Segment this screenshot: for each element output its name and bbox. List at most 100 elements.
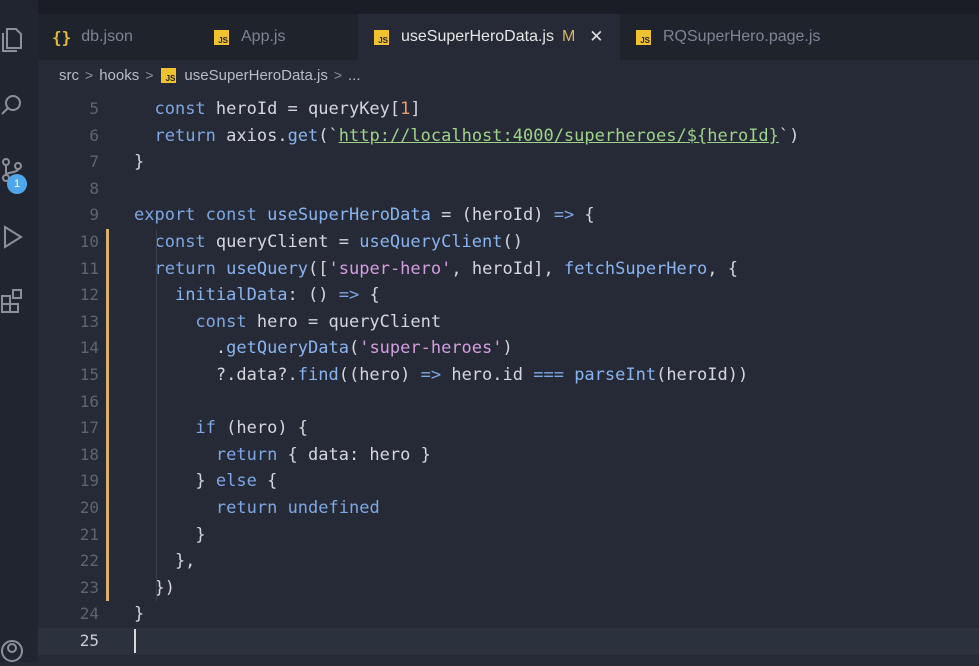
code-token: (hero) { [215, 418, 309, 439]
line-number: 25 [79, 631, 99, 650]
code-line[interactable]: 13 const hero = queryClient [38, 309, 979, 336]
code-token: => [420, 365, 442, 385]
code-token: } [134, 152, 145, 173]
breadcrumb-file[interactable]: useSuperHeroData.js [184, 67, 327, 84]
code-token: , { [707, 258, 738, 279]
breadcrumb-hooks[interactable]: hooks [99, 67, 139, 84]
line-number: 13 [79, 311, 99, 331]
code-line[interactable]: 25 [38, 628, 979, 655]
close-icon[interactable]: ✕ [589, 27, 603, 47]
tab-label: RQSuperHero.page.js [663, 28, 821, 45]
code-line[interactable]: 23 }) [38, 575, 979, 602]
tab-use-super-hero-data[interactable]: JS useSuperHeroData.js M ✕ [358, 14, 620, 60]
code-line[interactable]: 7} [38, 149, 979, 176]
code-token: } [134, 471, 216, 492]
code-line[interactable]: 9 export const useSuperHeroData = (heroId… [38, 202, 979, 229]
code-token: === [533, 365, 564, 385]
code-token: { [359, 285, 380, 306]
code-text: return undefined [134, 495, 380, 522]
line-number: 8 [89, 178, 99, 198]
modified-lines-gutter-marker [106, 229, 109, 602]
code-token: ([ [308, 258, 329, 279]
code-line[interactable]: 21 } [38, 522, 979, 549]
code-line[interactable]: 8 [38, 176, 979, 203]
line-number: 20 [79, 498, 99, 517]
line-number: 18 [79, 444, 99, 464]
line-number: 21 [79, 524, 99, 544]
files-icon[interactable] [0, 25, 24, 55]
code-token: else [215, 471, 257, 492]
code-token: ((hero) [338, 365, 421, 385]
source-control-badge: 1 [7, 174, 27, 194]
run-debug-icon[interactable] [0, 222, 24, 252]
code-line[interactable]: 5 const heroId = queryKey[1] [38, 96, 979, 123]
code-token: const [205, 205, 257, 226]
code-text: initialData: () => { [134, 282, 380, 309]
code-token: => [553, 205, 575, 226]
code-token: } [134, 604, 145, 625]
code-line[interactable]: 10 const queryClient = useQueryClient() [38, 229, 979, 256]
code-line[interactable]: 22 }, [38, 548, 979, 575]
code-token: const [195, 311, 247, 332]
code-token: ?.data?. [134, 365, 298, 385]
chevron-right-icon: > [333, 67, 343, 83]
code-token: heroId = queryKey[ [205, 99, 401, 119]
code-line[interactable]: 14 .getQueryData('super-heroes') [38, 335, 979, 362]
code-token: find [297, 365, 339, 385]
tab-rq-super-hero-page[interactable]: JS RQSuperHero.page.js [636, 14, 876, 60]
code-line[interactable]: 17 if (hero) { [38, 415, 979, 442]
code-line[interactable]: 15 ?.data?.find((hero) => hero.id === pa… [38, 362, 979, 389]
code-line[interactable]: 19 } else { [38, 468, 979, 495]
code-line[interactable]: 12 initialData: () => { [38, 282, 979, 309]
code-token: }) [134, 577, 175, 598]
code-token: } [768, 125, 779, 146]
chevron-right-icon: > [145, 67, 154, 83]
code-text: return useQuery(['super-hero', heroId], … [134, 256, 738, 283]
tab-db-json[interactable]: {} db.json [52, 14, 227, 60]
modified-indicator: M [561, 28, 576, 45]
code-line[interactable]: 11 return useQuery(['super-hero', heroId… [38, 256, 979, 283]
line-number: 16 [79, 391, 99, 411]
js-file-icon: JS [636, 29, 651, 45]
json-file-icon: {} [52, 27, 72, 47]
tab-label: App.js [241, 28, 286, 45]
line-number: 7 [89, 152, 99, 172]
breadcrumb-src[interactable]: src [59, 67, 79, 84]
code-line[interactable]: 16 [38, 389, 979, 416]
code-text: export const useSuperHeroData = (heroId)… [134, 202, 595, 229]
code-text: }, [134, 548, 195, 575]
line-number: 14 [79, 338, 99, 358]
tab-app-js[interactable]: JS App.js [214, 14, 354, 60]
title-strip [38, 0, 979, 14]
code-token: heroId [707, 125, 769, 146]
extensions-icon[interactable] [0, 286, 24, 316]
code-line[interactable]: 6 return axios.get(`http://localhost:400… [38, 123, 979, 150]
code-editor[interactable]: 5 const heroId = queryKey[1] 6 return axi… [38, 90, 979, 662]
code-token: return [154, 258, 216, 279]
code-text: const heroId = queryKey[1] [134, 96, 421, 123]
code-text: .getQueryData('super-heroes') [134, 335, 513, 362]
breadcrumb: src > hooks > JS useSuperHeroData.js > .… [38, 60, 979, 90]
breadcrumb-symbol[interactable]: ... [348, 67, 361, 84]
code-token: : () [287, 285, 339, 306]
code-token: ( [348, 338, 360, 359]
line-number: 22 [79, 551, 99, 571]
code-line[interactable]: 18 return { data: hero } [38, 442, 979, 469]
code-token: ] [410, 99, 421, 119]
code-line[interactable]: 20 return undefined [38, 495, 979, 522]
tab-label: db.json [81, 28, 133, 45]
code-token: (heroId)) [656, 365, 749, 385]
search-icon[interactable] [0, 90, 24, 120]
code-token: getQueryData [226, 338, 349, 359]
code-token: return [215, 498, 278, 518]
code-line[interactable]: 24} [38, 601, 979, 628]
code-token: get [287, 125, 319, 146]
js-file-icon: JS [374, 29, 389, 45]
code-token: => [338, 285, 360, 306]
